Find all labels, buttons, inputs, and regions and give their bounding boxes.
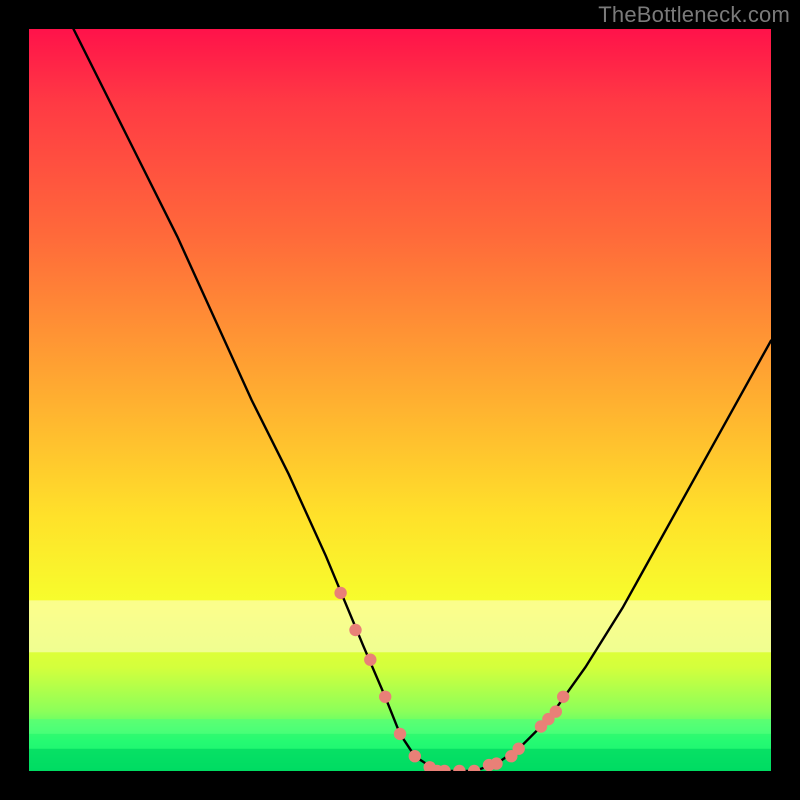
chart-svg <box>29 29 771 771</box>
watermark-text: TheBottleneck.com <box>598 2 790 28</box>
overlay-bands <box>29 600 771 771</box>
chart-frame <box>29 29 771 771</box>
bottleneck-curve <box>74 29 772 771</box>
